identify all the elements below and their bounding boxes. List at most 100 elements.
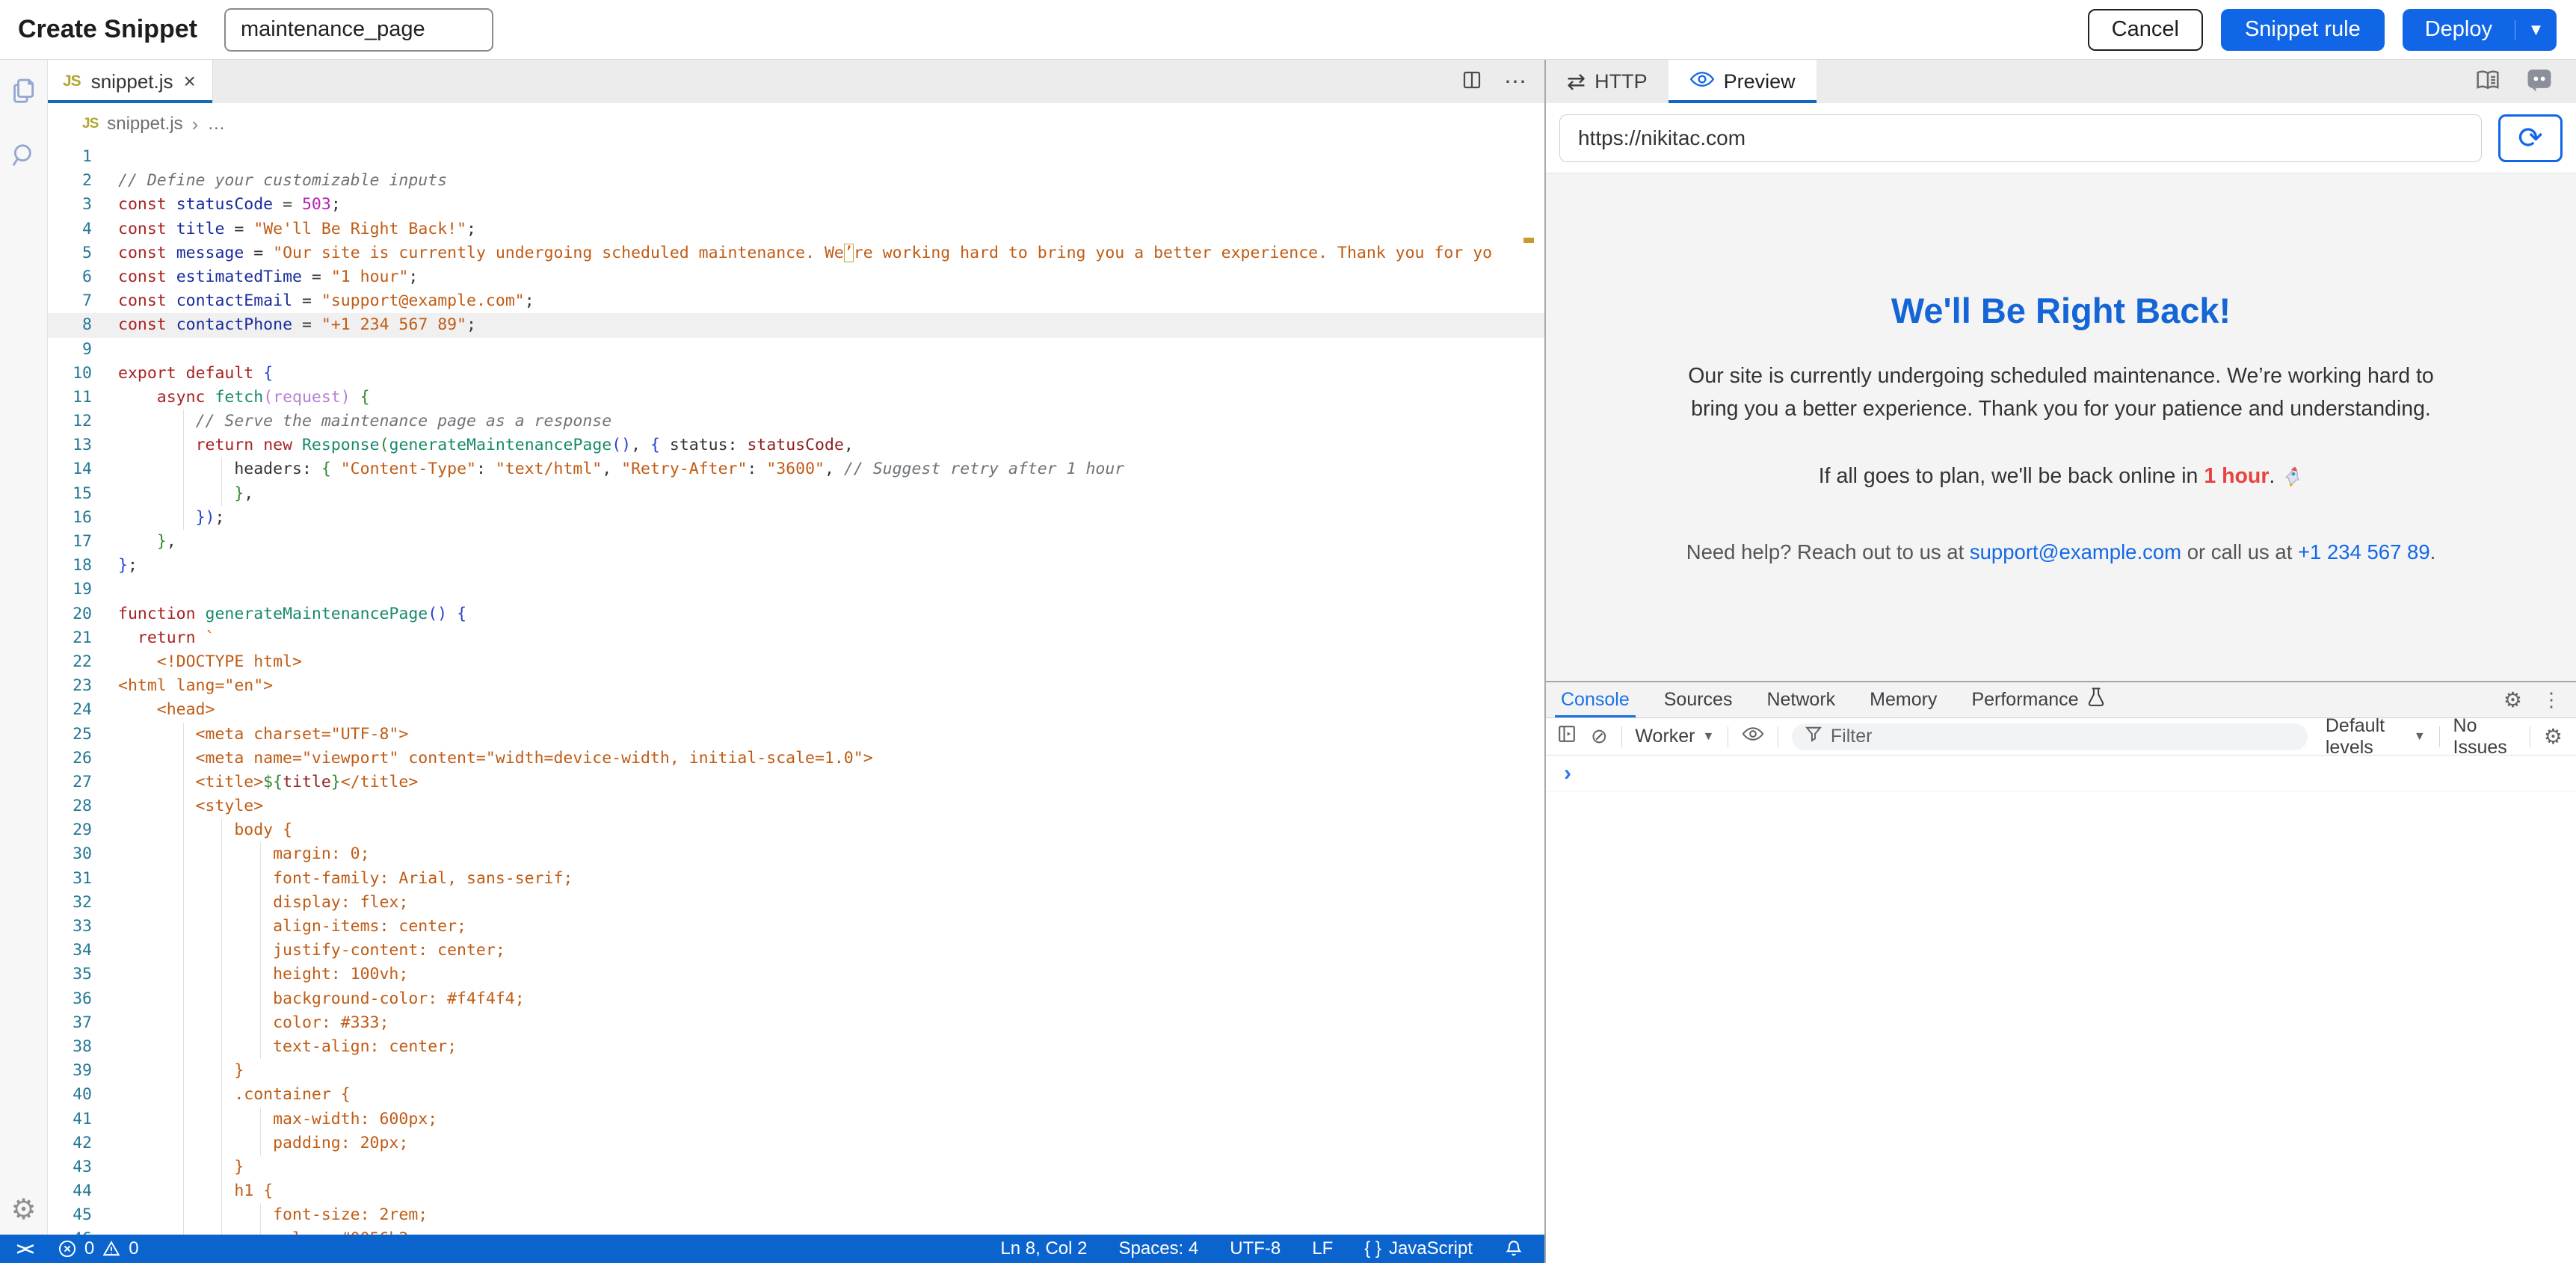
settings-gear-icon[interactable]: ⚙ bbox=[10, 1196, 36, 1224]
search-icon[interactable] bbox=[9, 140, 39, 170]
code-line[interactable]: 39 } bbox=[48, 1059, 1544, 1083]
code-line[interactable]: 11 async fetch(request) { bbox=[48, 386, 1544, 410]
maintenance-contact: Need help? Reach out to us at support@ex… bbox=[1686, 540, 2436, 564]
devtools-kebab-menu-icon[interactable]: ⋮ bbox=[2542, 688, 2561, 711]
code-line[interactable]: 5const message = "Our site is currently … bbox=[48, 241, 1544, 265]
code-line[interactable]: 40 .container { bbox=[48, 1083, 1544, 1107]
code-line[interactable]: 21 return ` bbox=[48, 626, 1544, 650]
code-line[interactable]: 35 height: 100vh; bbox=[48, 963, 1544, 986]
devtools-tab-network[interactable]: Network bbox=[1766, 682, 1835, 717]
snippet-rule-button[interactable]: Snippet rule bbox=[2221, 9, 2385, 51]
code-line[interactable]: 45 font-size: 2rem; bbox=[48, 1203, 1544, 1227]
code-line[interactable]: 23<html lang="en"> bbox=[48, 674, 1544, 698]
console-filter-input[interactable]: Filter bbox=[1792, 723, 2308, 750]
docs-book-icon[interactable] bbox=[2473, 67, 2503, 96]
indent-guide bbox=[260, 1108, 261, 1131]
code-line[interactable]: 3const statusCode = 503; bbox=[48, 193, 1544, 217]
problems-indicator[interactable]: 0 0 bbox=[58, 1238, 139, 1259]
code-line[interactable]: 17 }, bbox=[48, 530, 1544, 554]
tab-close-icon[interactable]: × bbox=[184, 71, 196, 92]
code-line[interactable]: 46 color: #0056b3; bbox=[48, 1227, 1544, 1235]
devtools-settings-gear-icon[interactable]: ⚙ bbox=[2503, 690, 2522, 711]
clear-console-icon[interactable]: ⊘ bbox=[1591, 726, 1608, 747]
code-line[interactable]: 31 font-family: Arial, sans-serif; bbox=[48, 867, 1544, 891]
code-line[interactable]: 42 padding: 20px; bbox=[48, 1131, 1544, 1155]
code-line[interactable]: 32 display: flex; bbox=[48, 891, 1544, 915]
deploy-dropdown-caret[interactable]: ▼ bbox=[2515, 20, 2557, 40]
split-editor-icon[interactable] bbox=[1461, 69, 1483, 95]
language-mode[interactable]: { } JavaScript bbox=[1364, 1238, 1473, 1259]
code-line[interactable]: 30 margin: 0; bbox=[48, 842, 1544, 866]
snippets-files-icon[interactable] bbox=[9, 76, 39, 106]
devtools-tab-sources[interactable]: Sources bbox=[1664, 682, 1733, 717]
cancel-button[interactable]: Cancel bbox=[2088, 9, 2203, 51]
eol-setting[interactable]: LF bbox=[1312, 1238, 1333, 1259]
code-line[interactable]: 34 justify-content: center; bbox=[48, 939, 1544, 963]
refresh-button[interactable]: ⟳ bbox=[2498, 114, 2563, 162]
code-line[interactable]: 12 // Serve the maintenance page as a re… bbox=[48, 410, 1544, 433]
code-line[interactable]: 4const title = "We'll Be Right Back!"; bbox=[48, 217, 1544, 241]
code-line[interactable]: 18}; bbox=[48, 554, 1544, 578]
code-line[interactable]: 2// Define your customizable inputs bbox=[48, 169, 1544, 193]
code-line[interactable]: 27 <title>${title}</title> bbox=[48, 771, 1544, 794]
breadcrumb-symbol[interactable]: … bbox=[207, 114, 225, 135]
tab-preview[interactable]: Preview bbox=[1668, 60, 1817, 103]
code-line[interactable]: 19 bbox=[48, 578, 1544, 602]
notifications-bell[interactable] bbox=[1504, 1239, 1523, 1259]
more-actions-icon[interactable]: ⋯ bbox=[1504, 69, 1528, 95]
code-line[interactable]: 26 <meta name="viewport" content="width=… bbox=[48, 747, 1544, 771]
code-line[interactable]: 25 <meta charset="UTF-8"> bbox=[48, 723, 1544, 747]
devtools-tab-memory[interactable]: Memory bbox=[1870, 682, 1937, 717]
code-line[interactable]: 29 body { bbox=[48, 818, 1544, 842]
code-line[interactable]: 44 h1 { bbox=[48, 1179, 1544, 1203]
code-line[interactable]: 6const estimatedTime = "1 hour"; bbox=[48, 265, 1544, 289]
code-line[interactable]: 1 bbox=[48, 145, 1544, 169]
devtools-tab-performance[interactable]: Performance bbox=[1971, 682, 2105, 717]
code-editor[interactable]: 12// Define your customizable inputs3con… bbox=[48, 145, 1544, 1235]
code-line[interactable]: 24 <head> bbox=[48, 698, 1544, 722]
code-line[interactable]: 22 <!DOCTYPE html> bbox=[48, 650, 1544, 674]
code-text: <!DOCTYPE html> bbox=[118, 650, 302, 674]
tab-snippet-js[interactable]: JS snippet.js × bbox=[48, 60, 213, 103]
code-line[interactable]: 41 max-width: 600px; bbox=[48, 1108, 1544, 1131]
code-line[interactable]: 9 bbox=[48, 338, 1544, 362]
console-prompt-row[interactable]: › bbox=[1546, 756, 2576, 791]
tab-http[interactable]: ⇄ HTTP bbox=[1546, 60, 1668, 103]
code-line[interactable]: 16 }); bbox=[48, 506, 1544, 530]
deploy-button[interactable]: Deploy bbox=[2403, 17, 2515, 42]
cursor-position[interactable]: Ln 8, Col 2 bbox=[1000, 1238, 1087, 1259]
live-expression-eye-icon[interactable] bbox=[1742, 726, 1764, 747]
code-line[interactable]: 10export default { bbox=[48, 362, 1544, 386]
url-input[interactable]: https://nikitac.com bbox=[1559, 114, 2482, 162]
issues-counter[interactable]: No Issues bbox=[2453, 715, 2517, 759]
log-levels-dropdown[interactable]: Default levels ▼ bbox=[2326, 715, 2426, 759]
breadcrumb[interactable]: JS snippet.js › … bbox=[48, 103, 1544, 145]
deploy-split-button[interactable]: Deploy ▼ bbox=[2403, 9, 2557, 51]
context-selector[interactable]: Worker ▼ bbox=[1635, 726, 1714, 747]
code-line[interactable]: 13 return new Response(generateMaintenan… bbox=[48, 433, 1544, 457]
discord-icon[interactable] bbox=[2525, 67, 2554, 96]
console-output[interactable]: › bbox=[1546, 756, 2576, 1263]
phone-link[interactable]: +1 234 567 89 bbox=[2298, 540, 2430, 563]
devtools-tab-console[interactable]: Console bbox=[1561, 682, 1630, 717]
remote-indicator[interactable]: >< bbox=[16, 1239, 32, 1259]
code-line[interactable]: 15 }, bbox=[48, 482, 1544, 506]
code-line[interactable]: 33 align-items: center; bbox=[48, 915, 1544, 939]
code-line[interactable]: 38 text-align: center; bbox=[48, 1035, 1544, 1059]
encoding-setting[interactable]: UTF-8 bbox=[1230, 1238, 1281, 1259]
code-line[interactable]: 14 headers: { "Content-Type": "text/html… bbox=[48, 457, 1544, 481]
code-line[interactable]: 36 background-color: #f4f4f4; bbox=[48, 987, 1544, 1011]
code-line[interactable]: 20function generateMaintenancePage() { bbox=[48, 602, 1544, 626]
console-settings-gear-icon[interactable]: ⚙ bbox=[2544, 726, 2563, 747]
code-line[interactable]: 7const contactEmail = "support@example.c… bbox=[48, 289, 1544, 313]
indent-guide bbox=[221, 987, 222, 1011]
indentation-setting[interactable]: Spaces: 4 bbox=[1119, 1238, 1199, 1259]
code-line[interactable]: 8const contactPhone = "+1 234 567 89"; bbox=[48, 313, 1544, 337]
breadcrumb-file[interactable]: snippet.js bbox=[107, 114, 182, 135]
code-line[interactable]: 37 color: #333; bbox=[48, 1011, 1544, 1035]
code-line[interactable]: 28 <style> bbox=[48, 794, 1544, 818]
console-sidebar-toggle-icon[interactable] bbox=[1556, 723, 1577, 750]
code-line[interactable]: 43 } bbox=[48, 1155, 1544, 1179]
support-email-link[interactable]: support@example.com bbox=[1970, 540, 2181, 563]
snippet-name-input[interactable] bbox=[224, 8, 493, 52]
